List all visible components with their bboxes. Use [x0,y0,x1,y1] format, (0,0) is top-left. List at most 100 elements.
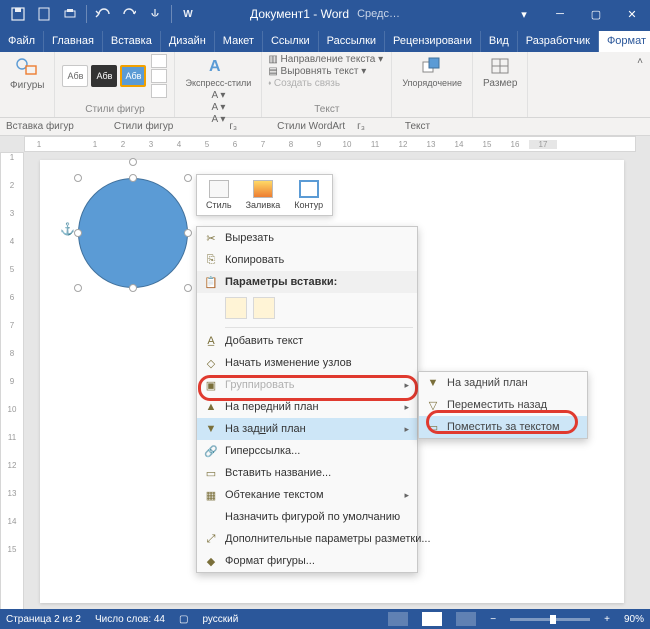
shape-style-1[interactable]: Абв [62,65,88,87]
tab-developer[interactable]: Разработчик [518,31,599,52]
ctx-bring-front[interactable]: ▲На передний план▸ [197,396,417,418]
zoom-out-button[interactable]: − [490,614,496,625]
rotate-handle[interactable] [129,158,137,166]
text-effects-button[interactable]: A ▾ [211,114,225,125]
touch-mode-button[interactable] [143,2,167,26]
format-shape-icon: ◆ [203,553,219,569]
ctx-format-shape[interactable]: ◆Формат фигуры... [197,550,417,572]
ctx-cut[interactable]: ✂Вырезать [197,227,417,249]
tab-view[interactable]: Вид [481,31,518,52]
shapes-icon [14,56,40,78]
tab-mailings[interactable]: Рассылки [319,31,385,52]
create-link-button[interactable]: ⬪ Создать связь [268,78,383,89]
redo-button[interactable] [117,2,141,26]
tab-file[interactable]: Файл [0,31,44,52]
align-text-button[interactable]: ▤ Выровнять текст ▾ [268,66,383,77]
view-web-button[interactable] [456,612,476,626]
ctx-insert-caption[interactable]: ▭Вставить название... [197,462,417,484]
caption-icon: ▭ [203,465,219,481]
resize-handle-b[interactable] [129,284,137,292]
paste-option-1[interactable] [225,297,247,319]
ribbon-options-button[interactable]: ▾ [506,0,542,28]
tab-home[interactable]: Главная [44,31,103,52]
paste-option-2[interactable] [253,297,275,319]
resize-handle-t[interactable] [129,174,137,182]
ribbon-group-wordart: A Экспресс-стили A ▾ A ▾ A ▾ [175,52,262,117]
ctx-set-default[interactable]: Назначить фигурой по умолчанию [197,506,417,528]
ctx-add-text[interactable]: A̲Добавить текст [197,330,417,352]
sub-behind-text[interactable]: ▭Поместить за текстом [419,416,587,438]
undo-button[interactable] [91,2,115,26]
collapse-ribbon-button[interactable]: ˄ [630,52,650,117]
view-print-button[interactable] [422,612,442,626]
sub-send-backward[interactable]: ▽Переместить назад [419,394,587,416]
style-down-button[interactable] [151,69,167,83]
ribbon-group-arrange: Упорядочение [392,52,473,117]
tab-design[interactable]: Дизайн [161,31,215,52]
resize-handle-l[interactable] [74,229,82,237]
ribbon-group-labels: Вставка фигур Стили фигур г₃ Стили WordA… [0,118,650,136]
text-direction-button[interactable]: ▥ Направление текста ▾ [268,54,383,65]
context-menu: ✂Вырезать ⎘Копировать 📋Параметры вставки… [196,226,418,573]
close-button[interactable]: ✕ [614,0,650,28]
vertical-ruler[interactable]: 123456789101112131415 [0,152,24,611]
new-doc-button[interactable] [32,2,56,26]
shape-style-2[interactable]: Абв [91,65,117,87]
shape-style-selected[interactable]: Абв [120,65,146,87]
ctx-send-back[interactable]: ▼На задний план▸ [197,418,417,440]
express-styles-button[interactable]: A Экспресс-стили [181,54,255,90]
ctx-wrap-text[interactable]: ▦Обтекание текстом▸ [197,484,417,506]
window-title: Документ1 - Word Средс… [250,7,400,21]
tab-references[interactable]: Ссылки [263,31,319,52]
sub-send-back[interactable]: ▼На задний план [419,372,587,394]
status-proof[interactable]: ▢ [179,614,188,625]
ctx-hyperlink[interactable]: 🔗Гиперссылка... [197,440,417,462]
anchor-icon: ⚓ [60,222,75,236]
size-button[interactable]: Размер [479,54,521,91]
style-up-button[interactable] [151,54,167,68]
ribbon: Фигуры Абв Абв Абв Стили фигур A Экспрес… [0,52,650,118]
ribbon-group-size: Размер [473,52,528,117]
resize-handle-r[interactable] [184,229,192,237]
ctx-edit-points[interactable]: ◇Начать изменение узлов [197,352,417,374]
zoom-level[interactable]: 90% [624,614,644,625]
insert-shapes-button[interactable]: Фигуры [6,54,48,93]
resize-handle-tr[interactable] [184,174,192,182]
mini-fill-button[interactable]: Заливка [240,178,287,212]
ctx-more-layout[interactable]: ⤢Дополнительные параметры разметки... [197,528,417,550]
selected-shape[interactable]: ⚓ [78,178,188,288]
tab-layout[interactable]: Макет [215,31,263,52]
resize-handle-tl[interactable] [74,174,82,182]
arrange-button[interactable]: Упорядочение [398,54,466,90]
send-backward-icon: ▽ [425,397,441,413]
text-fill-button[interactable]: A ▾ [211,90,225,101]
zoom-in-button[interactable]: + [604,614,610,625]
ctx-copy[interactable]: ⎘Копировать [197,249,417,271]
mini-style-button[interactable]: Стиль [200,178,238,212]
tab-format[interactable]: Формат [599,31,650,52]
mini-outline-button[interactable]: Контур [288,178,329,212]
view-read-button[interactable] [388,612,408,626]
ribbon-tabs: Файл Главная Вставка Дизайн Макет Ссылки… [0,28,650,52]
resize-handle-bl[interactable] [74,284,82,292]
tab-review[interactable]: Рецензировани [385,31,481,52]
tab-insert[interactable]: Вставка [103,31,161,52]
minimize-button[interactable]: ─ [542,0,578,28]
zoom-slider[interactable] [510,618,590,621]
resize-handle-br[interactable] [184,284,192,292]
horizontal-ruler[interactable]: 11234567891011121314151617 [24,136,636,152]
circle-shape[interactable] [78,178,188,288]
status-words[interactable]: Число слов: 44 [95,614,165,625]
ctx-paste-header: 📋Параметры вставки: [197,271,417,293]
status-language[interactable]: русский [202,614,238,625]
save-icon [11,7,25,21]
add-text-icon: A̲ [203,333,219,349]
status-page[interactable]: Страница 2 из 2 [6,614,81,625]
text-outline-button[interactable]: A ▾ [211,102,225,113]
quick-access-toolbar: W [0,2,200,26]
save-button[interactable] [6,2,30,26]
print-button[interactable] [58,2,82,26]
style-more-button[interactable] [151,84,167,98]
paste-icon: 📋 [203,274,219,290]
maximize-button[interactable]: ▢ [578,0,614,28]
